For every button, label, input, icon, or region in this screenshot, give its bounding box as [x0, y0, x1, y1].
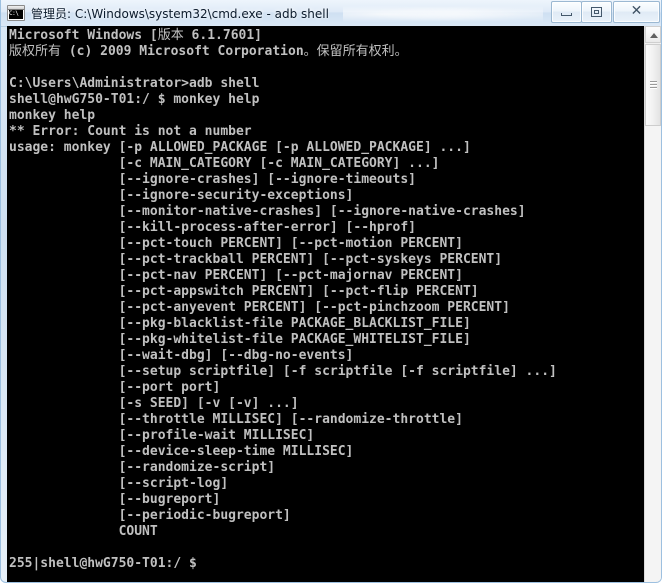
- console-line: [--pkg-blacklist-file PACKAGE_BLACKLIST_…: [9, 316, 471, 331]
- console-line: [--ignore-security-exceptions]: [9, 188, 354, 203]
- minimize-icon: [561, 12, 572, 16]
- console-line: [--script-log]: [9, 476, 229, 491]
- console-line: [-s SEED] [-v [-v] ...]: [9, 396, 299, 411]
- console-line: [--pct-anyevent PERCENT] [--pct-pinchzoo…: [9, 300, 510, 315]
- console-line: usage: monkey [-p ALLOWED_PACKAGE [-p AL…: [9, 140, 471, 155]
- console-line: [--randomize-script]: [9, 460, 276, 475]
- console-output-area[interactable]: Microsoft Windows [版本 6.1.7601] 版权所有 (c) …: [7, 26, 657, 582]
- console-line: Microsoft Windows [版本 6.1.7601]: [9, 28, 263, 43]
- console-line: [--profile-wait MILLISEC]: [9, 428, 315, 443]
- console-text: Microsoft Windows [版本 6.1.7601] 版权所有 (c) …: [9, 28, 637, 572]
- console-line: ** Error: Count is not a number: [9, 124, 252, 139]
- maximize-icon-inner: [594, 9, 599, 14]
- chevron-up-icon: [650, 33, 658, 38]
- window-controls: ✕: [551, 0, 660, 23]
- console-line: 版权所有 (c) 2009 Microsoft Corporation。保留所有…: [9, 44, 408, 59]
- console-line: [--setup scriptfile] [-f scriptfile [-f …: [9, 364, 557, 379]
- console-line: 255|shell@hwG750-T01:/ $: [9, 556, 205, 571]
- console-line: [--pct-nav PERCENT] [--pct-majornav PERC…: [9, 268, 463, 283]
- console-line: [--ignore-crashes] [--ignore-timeouts]: [9, 172, 416, 187]
- console-line: shell@hwG750-T01:/ $ monkey help: [9, 92, 260, 107]
- console-line: [--pct-touch PERCENT] [--pct-motion PERC…: [9, 236, 463, 251]
- console-cjk-run: 。保留所有权利。: [303, 44, 408, 59]
- console-line: [--port port]: [9, 380, 221, 395]
- close-button[interactable]: ✕: [613, 0, 660, 23]
- console-line: monkey help: [9, 108, 96, 123]
- console-line: [--periodic-bugreport]: [9, 508, 291, 523]
- scroll-thumb[interactable]: [645, 44, 661, 126]
- console-line: [--bugreport]: [9, 492, 221, 507]
- maximize-button[interactable]: [581, 0, 612, 23]
- console-line: [--pct-trackball PERCENT] [--pct-syskeys…: [9, 252, 503, 267]
- console-line: COUNT: [9, 524, 158, 539]
- scroll-thumb-grip-icon: [650, 81, 657, 89]
- console-cjk-run: 版权所有: [9, 44, 62, 59]
- console-cjk-run: 版本: [157, 28, 184, 43]
- console-line: [--throttle MILLISEC] [--randomize-throt…: [9, 412, 463, 427]
- cmd-icon-prompt-text: C:\: [9, 10, 19, 17]
- console-line: [-c MAIN_CATEGORY [-c MAIN_CATEGORY] ...…: [9, 156, 440, 171]
- console-line: [--wait-dbg] [--dbg-no-events]: [9, 348, 354, 363]
- console-line: [--monitor-native-crashes] [--ignore-nat…: [9, 204, 526, 219]
- window-title: 管理员: C:\Windows\system32\cmd.exe - adb s…: [31, 6, 329, 21]
- minimize-button[interactable]: [551, 0, 582, 23]
- console-line: [--kill-process-after-error] [--hprof]: [9, 220, 416, 235]
- console-line: [--pkg-whitelist-file PACKAGE_WHITELIST_…: [9, 332, 471, 347]
- vertical-scrollbar[interactable]: [644, 26, 661, 582]
- console-line: C:\Users\Administrator>adb shell: [9, 76, 260, 91]
- title-bar[interactable]: C:\ 管理员: C:\Windows\system32\cmd.exe - a…: [1, 0, 661, 27]
- console-line: [--device-sleep-time MILLISEC]: [9, 444, 354, 459]
- scroll-up-button[interactable]: [645, 26, 661, 43]
- console-line: [--pct-appswitch PERCENT] [--pct-flip PE…: [9, 284, 479, 299]
- maximize-icon: [591, 6, 602, 17]
- scroll-track[interactable]: [645, 126, 661, 582]
- close-icon: ✕: [630, 3, 643, 19]
- cmd-icon: C:\: [7, 5, 25, 21]
- cmd-window: C:\ 管理员: C:\Windows\system32\cmd.exe - a…: [0, 0, 662, 583]
